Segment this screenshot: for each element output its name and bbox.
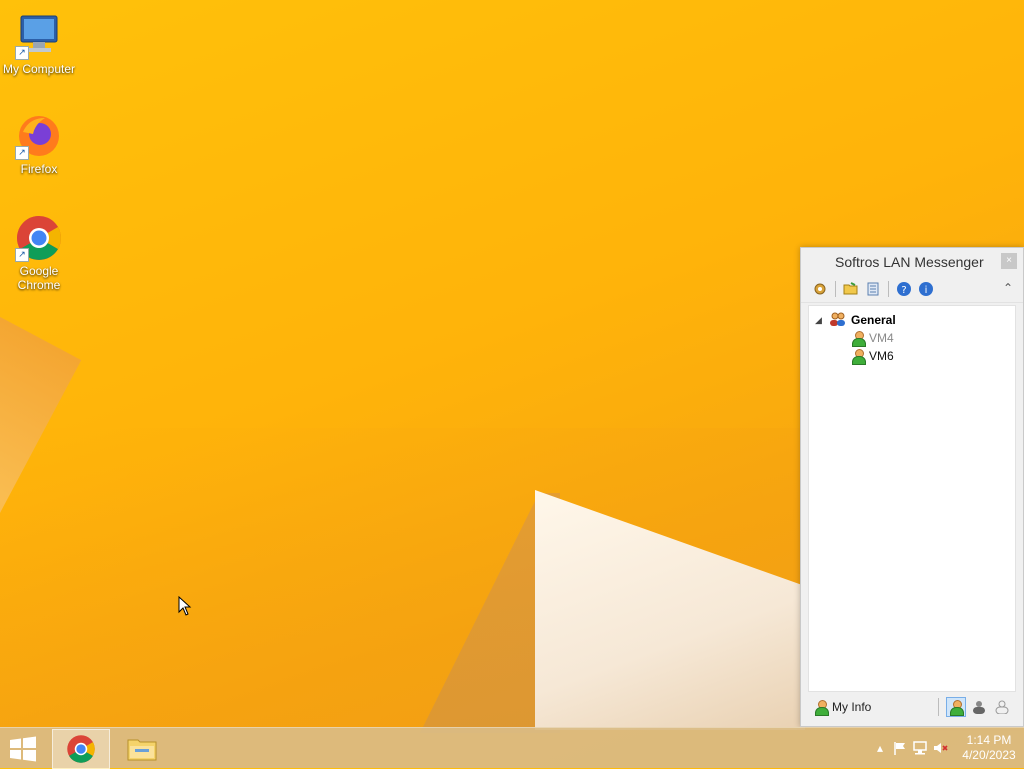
status-buttons xyxy=(938,697,1012,717)
desktop-icon-firefox[interactable]: ↗ Firefox xyxy=(0,112,78,176)
history-log-icon[interactable] xyxy=(864,280,882,298)
group-users-icon xyxy=(829,312,847,329)
status-offline-button[interactable] xyxy=(992,697,1012,717)
desktop-icon-my-computer[interactable]: ↗ My Computer xyxy=(0,12,78,76)
contact-row[interactable]: VM6 xyxy=(851,347,894,365)
help-icon[interactable]: ? xyxy=(895,280,913,298)
my-info-icon xyxy=(814,700,829,716)
chrome-icon: ↗ xyxy=(15,214,63,262)
open-folder-icon[interactable] xyxy=(842,280,860,298)
status-separator xyxy=(938,698,939,716)
svg-text:?: ? xyxy=(901,285,906,296)
start-button[interactable] xyxy=(8,736,40,762)
contact-name: VM4 xyxy=(869,331,894,345)
shortcut-arrow-icon: ↗ xyxy=(15,46,29,60)
file-explorer-icon xyxy=(127,739,157,761)
system-tray: ▴ 1:14 PM 4/20/2023 xyxy=(870,728,1024,768)
shortcut-arrow-icon: ↗ xyxy=(15,248,29,262)
status-busy-button[interactable] xyxy=(969,697,989,717)
window-title: Softros LAN Messenger xyxy=(835,254,984,270)
user-icon xyxy=(851,331,866,347)
window-title-bar[interactable]: Softros LAN Messenger × xyxy=(801,248,1023,276)
group-name: General xyxy=(851,313,896,327)
volume-muted-icon[interactable] xyxy=(930,738,950,758)
online-user-icon xyxy=(949,700,964,716)
firefox-icon: ↗ xyxy=(15,112,63,160)
svg-text:i: i xyxy=(925,285,928,296)
windows-logo-icon xyxy=(10,736,36,762)
messenger-toolbar: ? i ⌃ xyxy=(801,276,1023,303)
contact-name: VM6 xyxy=(869,349,894,363)
desktop-icon-label: My Computer xyxy=(2,62,76,76)
system-clock[interactable]: 1:14 PM 4/20/2023 xyxy=(954,733,1024,763)
desktop-icon-label: Firefox xyxy=(20,162,58,176)
softros-messenger-window[interactable]: Softros LAN Messenger × ? i ⌃ ◢ General xyxy=(800,247,1024,727)
group-row-general[interactable]: ◢ General xyxy=(815,311,896,329)
taskbar-file-explorer-button[interactable] xyxy=(114,729,170,767)
status-online-button[interactable] xyxy=(946,697,966,717)
desktop-icon-google-chrome[interactable]: ↗ Google Chrome xyxy=(0,214,78,292)
shortcut-arrow-icon: ↗ xyxy=(15,146,29,160)
collapse-toolbar-icon[interactable]: ⌃ xyxy=(1003,281,1013,295)
my-info-button[interactable]: My Info xyxy=(808,700,872,716)
action-center-flag-icon[interactable] xyxy=(890,738,910,758)
offline-user-icon xyxy=(995,700,1009,714)
clock-time: 1:14 PM xyxy=(966,733,1012,747)
computer-icon: ↗ xyxy=(15,12,63,60)
show-hidden-icons-icon[interactable]: ▴ xyxy=(870,738,890,758)
user-icon xyxy=(851,349,866,365)
messenger-status-bar: My Info xyxy=(808,694,1016,720)
toolbar-separator xyxy=(888,281,889,297)
my-info-label: My Info xyxy=(832,700,872,714)
close-button[interactable]: × xyxy=(1001,253,1017,269)
toolbar-separator xyxy=(835,281,836,297)
info-icon[interactable]: i xyxy=(917,280,935,298)
settings-icon[interactable] xyxy=(811,280,829,298)
wallpaper-light-shape xyxy=(535,490,805,730)
chrome-icon xyxy=(67,735,95,763)
contact-row[interactable]: VM4 xyxy=(851,329,894,347)
expand-arrow-icon[interactable]: ◢ xyxy=(815,315,825,326)
taskbar: ▴ 1:14 PM 4/20/2023 xyxy=(0,727,1024,769)
desktop-icon-label: Google Chrome xyxy=(17,264,61,292)
taskbar-chrome-button[interactable] xyxy=(52,729,110,769)
contact-list[interactable]: ◢ General VM4 VM6 xyxy=(808,305,1016,692)
wallpaper-dark-shape xyxy=(420,493,560,733)
clock-date: 4/20/2023 xyxy=(962,748,1016,762)
busy-user-icon xyxy=(973,701,985,714)
wallpaper-left-shape xyxy=(0,285,82,678)
mouse-cursor-icon xyxy=(178,596,192,616)
network-icon[interactable] xyxy=(910,738,930,758)
